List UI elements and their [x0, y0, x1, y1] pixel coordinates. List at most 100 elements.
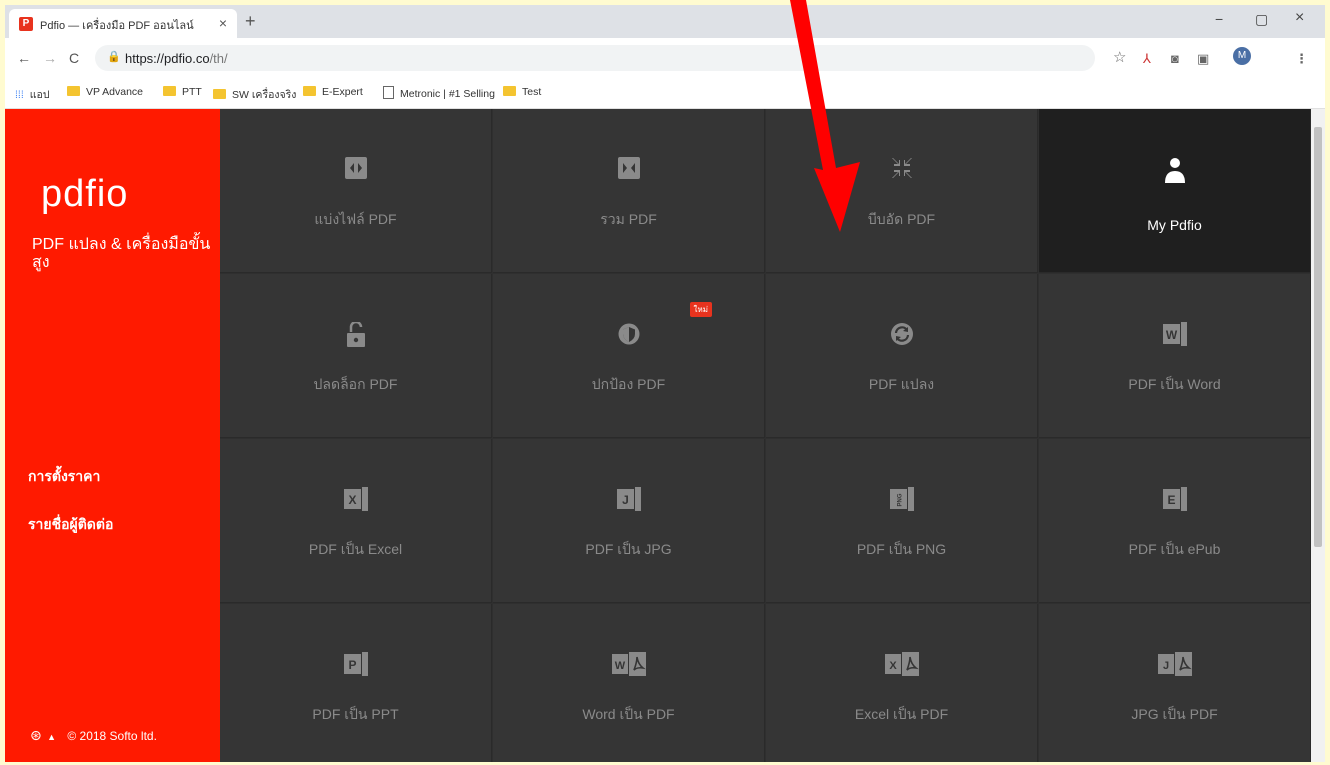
new-badge: ใหม่ [689, 302, 712, 317]
svg-text:P: P [348, 658, 356, 672]
folder-icon [303, 86, 316, 96]
logo[interactable]: pdfio [41, 173, 128, 216]
url-text: https://pdfio.co/th/ [125, 51, 228, 66]
tile-pdf-to-jpg[interactable]: J PDF เป็น JPG [493, 439, 765, 603]
tile-label: My Pdfio [1147, 217, 1202, 233]
page-content: pdfio PDF แปลง & เครื่องมือขั้นสูง การตั… [5, 109, 1325, 762]
tile-label: Word เป็น PDF [582, 706, 675, 722]
tile-word-to-pdf[interactable]: W Word เป็น PDF [493, 604, 765, 762]
footer: ⊛ ▲ © 2018 Softo ltd. [30, 727, 157, 744]
tile-label: PDF แปลง [868, 376, 935, 392]
tagline: PDF แปลง & เครื่องมือขั้นสูง [32, 236, 211, 271]
unlock-icon [220, 322, 491, 347]
window-close-button[interactable]: × [1295, 9, 1304, 27]
extension-icon[interactable]: ▣ [1197, 51, 1209, 67]
jpg-icon: J [493, 487, 764, 511]
forward-button[interactable]: → [43, 50, 57, 66]
tile-compress-pdf[interactable]: บีบอัด PDF [766, 109, 1038, 273]
tile-label: PDF เป็น Word [1128, 376, 1221, 392]
tile-label: บีบอัด PDF [867, 211, 936, 227]
tile-label: PDF เป็น PPT [312, 706, 399, 722]
svg-text:W: W [614, 660, 625, 672]
tab-close-icon[interactable]: × [219, 15, 227, 31]
merge-icon [493, 157, 764, 181]
reload-button[interactable]: C [69, 50, 79, 66]
svg-text:X: X [889, 660, 897, 672]
camera-extension-icon[interactable]: ◙ [1171, 51, 1179, 66]
tile-my-pdfio[interactable]: My Pdfio [1039, 109, 1311, 273]
tile-pdf-to-png[interactable]: PNG PDF เป็น PNG [766, 439, 1038, 603]
tile-label: รวม PDF [600, 211, 657, 227]
tile-label: แบ่งไฟล์ PDF [314, 211, 397, 227]
tile-pdf-to-epub[interactable]: E PDF เป็น ePub [1039, 439, 1311, 603]
jpg-to-pdf-icon: J [1039, 652, 1310, 676]
svg-text:PNG: PNG [897, 493, 903, 506]
scrollbar-thumb[interactable] [1314, 127, 1322, 547]
tile-pdf-to-word[interactable]: W PDF เป็น Word [1039, 274, 1311, 438]
word-icon: W [1039, 322, 1310, 346]
tile-jpg-to-pdf[interactable]: J JPG เป็น PDF [1039, 604, 1311, 762]
apps-icon: ⁞⁞⁞ [15, 89, 24, 101]
split-icon [220, 157, 491, 181]
folder-icon [163, 86, 176, 96]
excel-icon: X [220, 487, 491, 511]
epub-icon: E [1039, 487, 1310, 511]
svg-text:X: X [348, 493, 356, 507]
svg-text:E: E [1167, 493, 1175, 507]
tile-pdf-convert[interactable]: PDF แปลง [766, 274, 1038, 438]
tile-label: ปลดล็อก PDF [313, 376, 398, 392]
bookmark-star-icon[interactable]: ☆ [1113, 48, 1126, 66]
compress-icon [766, 157, 1037, 181]
tile-label: ปกป้อง PDF [591, 376, 666, 392]
tile-unlock-pdf[interactable]: ปลดล็อก PDF [220, 274, 492, 438]
profile-avatar[interactable]: M [1233, 47, 1251, 65]
bookmark-page[interactable]: Metronic | #1 Selling [383, 86, 495, 100]
tab-strip: P Pdfio — เครื่องมือ PDF ออนไลน์ × + − ▢… [5, 5, 1325, 38]
back-button[interactable]: ← [17, 50, 31, 66]
tile-pdf-to-excel[interactable]: X PDF เป็น Excel [220, 439, 492, 603]
scrollbar[interactable] [1311, 109, 1325, 762]
svg-text:W: W [1165, 328, 1177, 342]
user-icon [1039, 157, 1310, 183]
acrobat-extension-icon[interactable]: ⅄ [1143, 51, 1151, 67]
word-to-pdf-icon: W [493, 652, 764, 676]
bookmark-folder[interactable]: VP Advance [67, 86, 143, 98]
maximize-button[interactable]: ▢ [1255, 11, 1268, 28]
bookmark-folder[interactable]: SW เครื่องจริง [213, 86, 296, 103]
tab-title: Pdfio — เครื่องมือ PDF ออนไลน์ [40, 20, 194, 32]
bookmark-folder[interactable]: PTT [163, 86, 202, 98]
pricing-link[interactable]: การตั้งราคา [28, 466, 100, 488]
svg-text:J: J [622, 493, 629, 507]
tile-pdf-to-ppt[interactable]: P PDF เป็น PPT [220, 604, 492, 762]
browser-window: P Pdfio — เครื่องมือ PDF ออนไลน์ × + − ▢… [5, 5, 1325, 762]
caret-up-icon[interactable]: ▲ [47, 732, 56, 742]
tile-merge-pdf[interactable]: รวม PDF [493, 109, 765, 273]
new-tab-button[interactable]: + [245, 11, 256, 32]
bookmark-folder[interactable]: Test [503, 86, 541, 98]
address-bar[interactable]: 🔒 https://pdfio.co/th/ [95, 45, 1095, 71]
tile-label: PDF เป็น PNG [856, 541, 947, 557]
tile-label: Excel เป็น PDF [854, 706, 949, 722]
convert-icon [766, 322, 1037, 346]
browser-tab[interactable]: P Pdfio — เครื่องมือ PDF ออนไลน์ × [9, 9, 237, 38]
bookmarks-bar: ⁞⁞⁞ แอป VP Advance PTT SW เครื่องจริง E-E… [5, 78, 1325, 109]
minimize-button[interactable]: − [1215, 11, 1223, 27]
browser-toolbar: ← → C 🔒 https://pdfio.co/th/ ☆ ⅄ ◙ ▣ M ⋮ [5, 38, 1325, 78]
folder-icon [213, 89, 226, 99]
ppt-icon: P [220, 652, 491, 676]
tile-excel-to-pdf[interactable]: X Excel เป็น PDF [766, 604, 1038, 762]
copyright-text: © 2018 Softo ltd. [67, 729, 157, 743]
folder-icon [67, 86, 80, 96]
svg-text:J: J [1162, 660, 1168, 672]
page-icon [383, 86, 394, 99]
shield-icon [493, 322, 764, 346]
tile-label: JPG เป็น PDF [1131, 706, 1218, 722]
bookmark-folder[interactable]: E-Expert [303, 86, 363, 98]
bookmark-apps[interactable]: ⁞⁞⁞ แอป [15, 86, 50, 103]
png-icon: PNG [766, 487, 1037, 511]
menu-icon[interactable]: ⋮ [1295, 51, 1308, 67]
contacts-link[interactable]: รายชื่อผู้ติดต่อ [28, 514, 113, 536]
globe-icon[interactable]: ⊛ [30, 727, 42, 743]
tile-protect-pdf[interactable]: ใหม่ ปกป้อง PDF [493, 274, 765, 438]
tile-split-pdf[interactable]: แบ่งไฟล์ PDF [220, 109, 492, 273]
